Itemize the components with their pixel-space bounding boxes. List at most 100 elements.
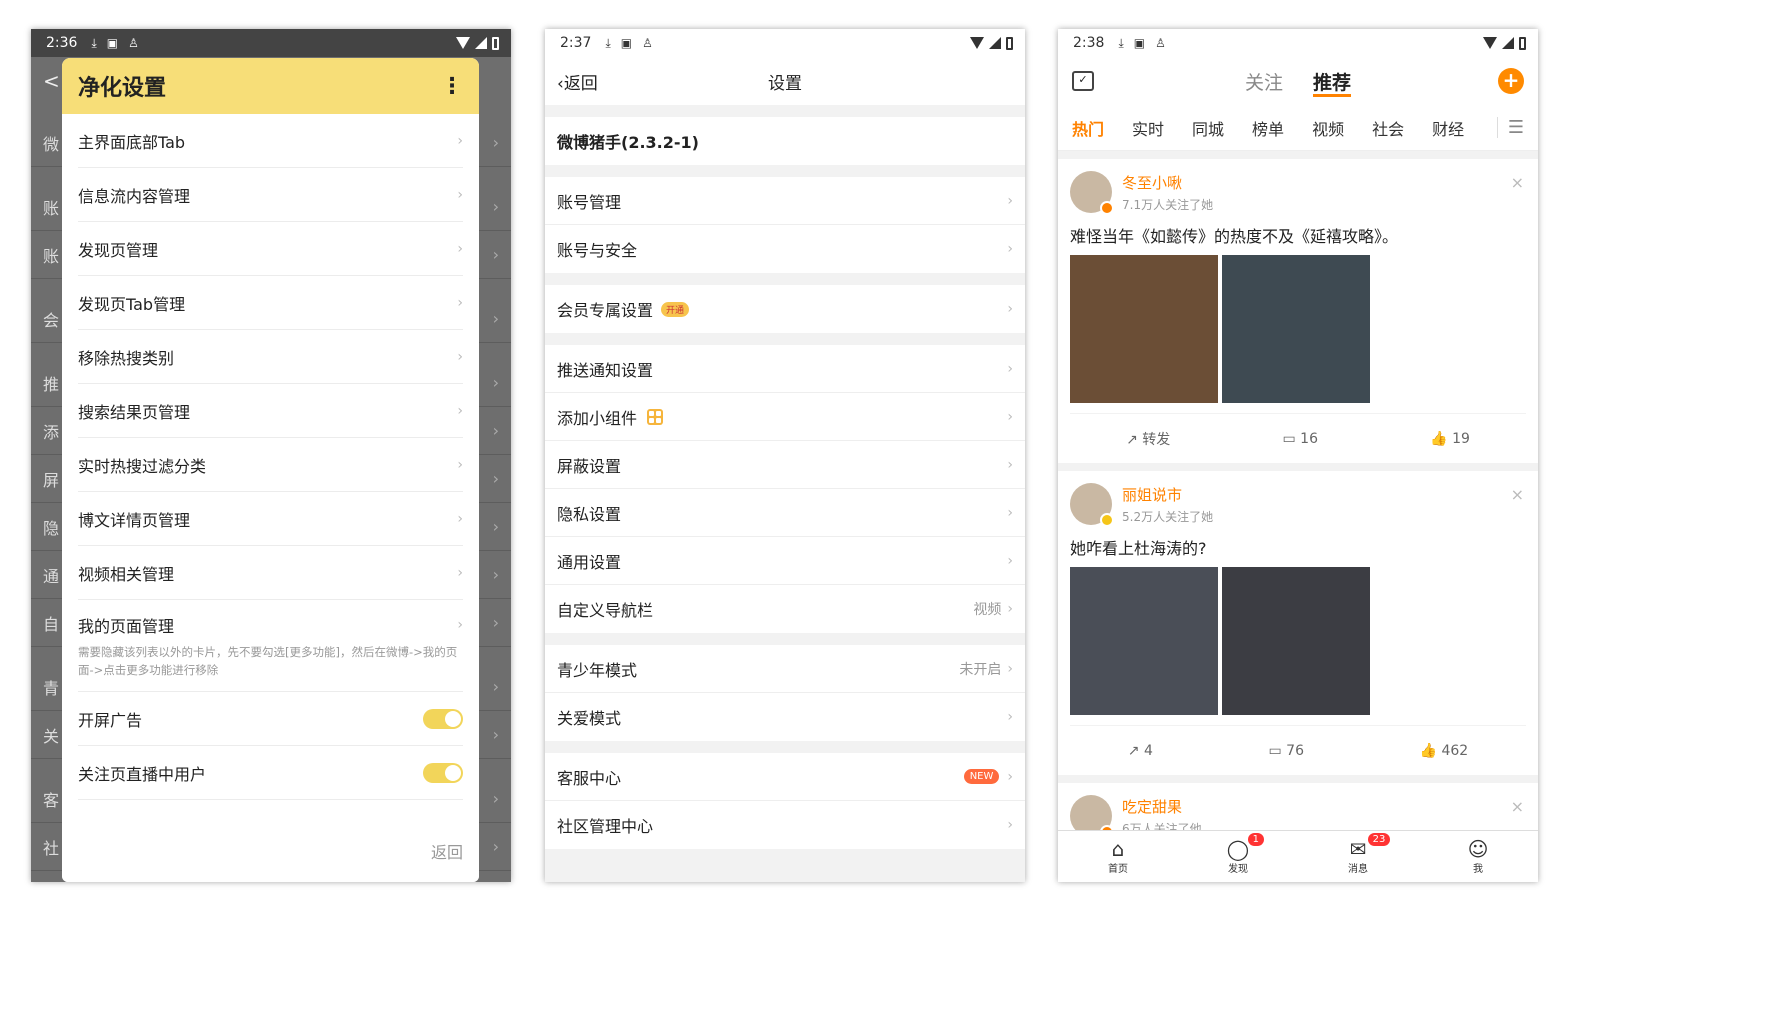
- category-tab[interactable]: 榜单: [1252, 116, 1284, 140]
- settings-item-label: 社区管理中心: [557, 817, 654, 836]
- tabbar-item[interactable]: ✉ 消息 23: [1298, 831, 1418, 882]
- dialog-menu-item-label: 搜索结果页管理: [78, 402, 191, 422]
- tab-recommended[interactable]: 推荐: [1313, 71, 1352, 97]
- comment-icon: ▭: [1268, 742, 1287, 759]
- settings-item[interactable]: 关爱模式 ›: [545, 693, 1025, 741]
- chevron-right-icon: ›: [1007, 768, 1013, 785]
- settings-item[interactable]: 添加小组件 ›: [545, 393, 1025, 441]
- toggle-item-splash-ad[interactable]: 开屏广告: [78, 692, 463, 746]
- category-tab[interactable]: 热门: [1072, 116, 1104, 140]
- comment-count: 16: [1300, 430, 1318, 447]
- close-icon[interactable]: ×: [1511, 485, 1524, 504]
- page-title: 设置: [768, 73, 802, 94]
- chevron-right-icon: ›: [492, 373, 499, 392]
- chevron-right-icon: ›: [1007, 660, 1013, 677]
- dialog-menu-item-label: 实时热搜过滤分类: [78, 456, 207, 476]
- repost-button[interactable]: ↗ 4: [1128, 743, 1153, 759]
- dialog-menu-item[interactable]: 信息流内容管理 ›: [78, 168, 463, 222]
- status-time: 2:37: [560, 35, 592, 51]
- post-image[interactable]: [1070, 567, 1218, 715]
- more-vert-icon[interactable]: ⋮: [441, 74, 463, 99]
- verified-icon: [1100, 513, 1114, 527]
- settings-item[interactable]: 通用设置 ›: [545, 537, 1025, 585]
- background-row-label: 会: [43, 310, 60, 330]
- settings-item[interactable]: 会员专属设置 开通 ›: [545, 285, 1025, 333]
- post-username[interactable]: 丽姐说市: [1122, 484, 1213, 505]
- dialog-menu-item[interactable]: 发现页管理 ›: [78, 222, 463, 276]
- chevron-right-icon: ›: [492, 309, 499, 328]
- status-time: 2:38: [1073, 35, 1105, 51]
- settings-item[interactable]: 自定义导航栏 视频 ›: [545, 585, 1025, 633]
- dialog-menu-item[interactable]: 博文详情页管理 ›: [78, 492, 463, 546]
- post-image[interactable]: [1070, 255, 1218, 403]
- toggle-switch[interactable]: [423, 762, 463, 783]
- repost-count: 转发: [1142, 431, 1171, 448]
- like-button[interactable]: 👍 462: [1420, 743, 1469, 759]
- close-icon[interactable]: ×: [1511, 173, 1524, 192]
- category-tab[interactable]: 实时: [1132, 116, 1164, 140]
- category-tab[interactable]: 社会: [1372, 116, 1404, 140]
- dialog-menu-item[interactable]: 搜索结果页管理 ›: [78, 384, 463, 438]
- background-row-label: 青: [43, 678, 60, 698]
- settings-group: 青少年模式 未开启 › 关爱模式 ›: [545, 645, 1025, 741]
- background-row-label: 添: [43, 422, 60, 442]
- like-count: 19: [1452, 430, 1470, 447]
- dialog-menu-item[interactable]: 发现页Tab管理 ›: [78, 276, 463, 330]
- avatar[interactable]: [1070, 171, 1114, 215]
- settings-item[interactable]: 账号管理 ›: [545, 177, 1025, 225]
- settings-item[interactable]: 账号与安全 ›: [545, 225, 1025, 273]
- feed-post[interactable]: × 丽姐说市 5.2万人关注了她 她咋看上杜海涛的? ↗ 4 ▭ 76 👍 462: [1058, 471, 1538, 775]
- toggle-item-live-users[interactable]: 关注页直播中用户: [78, 746, 463, 800]
- tabbar-item[interactable]: ◯ 发现 1: [1178, 831, 1298, 882]
- tabbar-item[interactable]: ☺ 我: [1418, 831, 1538, 882]
- avatar[interactable]: [1070, 483, 1114, 527]
- close-icon[interactable]: ×: [1511, 797, 1524, 816]
- post-image[interactable]: [1222, 567, 1370, 715]
- back-button[interactable]: ‹返回: [557, 69, 598, 94]
- verified-icon: [1100, 201, 1114, 215]
- dialog-menu-item[interactable]: 实时热搜过滤分类 ›: [78, 438, 463, 492]
- category-menu-icon[interactable]: ☰: [1496, 117, 1524, 138]
- compose-plus-icon[interactable]: +: [1498, 68, 1524, 94]
- dialog-menu-item[interactable]: 移除热搜类别 ›: [78, 330, 463, 384]
- home-icon: ⌂: [1111, 837, 1125, 861]
- settings-item[interactable]: 社区管理中心 ›: [545, 801, 1025, 849]
- post-image[interactable]: [1222, 255, 1370, 403]
- background-row-label: 客: [43, 790, 60, 810]
- category-tab[interactable]: 同城: [1192, 116, 1224, 140]
- toggle-switch[interactable]: [423, 708, 463, 729]
- comment-button[interactable]: ▭ 16: [1282, 431, 1318, 447]
- dialog-menu-item[interactable]: 视频相关管理 ›: [78, 546, 463, 600]
- version-item[interactable]: 微博猪手(2.3.2-1): [545, 117, 1025, 165]
- settings-item-label: 客服中心: [557, 768, 622, 788]
- settings-item-label: 会员专属设置: [557, 301, 654, 320]
- settings-group: 会员专属设置 开通 ›: [545, 285, 1025, 333]
- settings-item[interactable]: 青少年模式 未开启 ›: [545, 645, 1025, 693]
- repost-button[interactable]: ↗ 转发: [1126, 429, 1170, 449]
- feed-post[interactable]: × 冬至小啾 7.1万人关注了她 难怪当年《如懿传》的热度不及《延禧攻略》。 ↗ 转发 ▭…: [1058, 159, 1538, 463]
- category-tab[interactable]: 财经: [1432, 116, 1464, 140]
- settings-item[interactable]: 推送通知设置 ›: [545, 345, 1025, 393]
- chevron-right-icon: ›: [457, 564, 463, 581]
- settings-item[interactable]: 隐私设置 ›: [545, 489, 1025, 537]
- settings-item[interactable]: 屏蔽设置 ›: [545, 441, 1025, 489]
- dialog-footer: 返回: [62, 820, 479, 882]
- chevron-right-icon: ›: [1007, 192, 1013, 209]
- category-tab[interactable]: 视频: [1312, 116, 1344, 140]
- dialog-back-button[interactable]: 返回: [431, 839, 463, 863]
- chevron-right-icon: ›: [1007, 504, 1013, 521]
- settings-item[interactable]: 客服中心 NEW ›: [545, 753, 1025, 801]
- comment-button[interactable]: ▭ 76: [1268, 743, 1304, 759]
- my-page-management-item[interactable]: 我的页面管理 › 需要隐藏该列表以外的卡片，先不要勾选[更多功能]，然后在微博-…: [78, 600, 463, 692]
- dialog-menu-item[interactable]: 主界面底部Tab ›: [78, 114, 463, 168]
- like-button[interactable]: 👍 19: [1430, 431, 1470, 447]
- chevron-right-icon: ›: [457, 240, 463, 257]
- settings-item-label: 推送通知设置: [557, 360, 654, 380]
- chevron-right-icon: ›: [1007, 456, 1013, 473]
- battery-icon: [1519, 36, 1526, 50]
- post-username[interactable]: 吃定甜果: [1122, 796, 1202, 817]
- settings-item-label: 青少年模式: [557, 660, 638, 680]
- tab-following[interactable]: 关注: [1245, 72, 1283, 94]
- tabbar-item[interactable]: ⌂ 首页: [1058, 831, 1178, 882]
- post-username[interactable]: 冬至小啾: [1122, 172, 1213, 193]
